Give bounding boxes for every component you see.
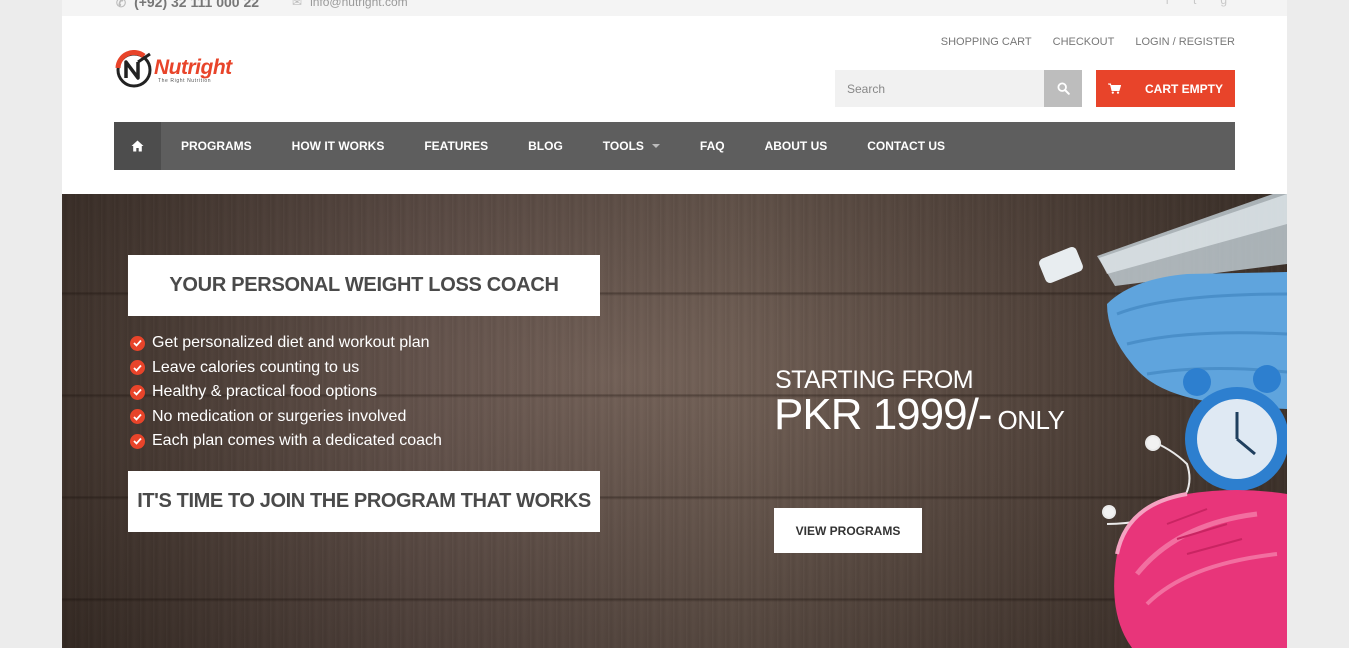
hero-banner: YOUR PERSONAL WEIGHT LOSS COACH Get pers… <box>62 194 1287 648</box>
check-icon <box>130 433 145 449</box>
email-contact[interactable]: ✉ info@nutright.com <box>292 0 408 9</box>
site-logo[interactable]: Nutright The Right Nutrition <box>114 50 254 90</box>
view-programs-button[interactable]: VIEW PROGRAMS <box>774 508 922 553</box>
nav-item-features[interactable]: FEATURES <box>404 122 508 170</box>
nav-item-contact-us[interactable]: CONTACT US <box>847 122 965 170</box>
feature-text: No medication or surgeries involved <box>152 407 407 425</box>
nav-item-tools-label: TOOLS <box>602 139 644 153</box>
water-bottle-image <box>1039 194 1287 286</box>
price-amount: PKR 1999/- <box>774 390 992 439</box>
login-register-link[interactable]: LOGIN / REGISTER <box>1135 36 1235 48</box>
nav-item-blog[interactable]: BLOG <box>508 122 583 170</box>
nav-item-tools[interactable]: TOOLS <box>583 122 680 170</box>
check-icon <box>130 335 145 351</box>
check-icon <box>130 360 145 376</box>
social-links: f t g <box>1166 0 1227 7</box>
nav-item-programs[interactable]: PROGRAMS <box>161 122 272 170</box>
nav-home[interactable] <box>114 122 161 170</box>
contact-bar: ✆ (+92) 32 111 000 22 ✉ info@nutright.com … <box>62 0 1287 16</box>
list-item: Leave calories counting to us <box>130 356 442 381</box>
list-item: Healthy & practical food options <box>130 380 442 405</box>
shopping-cart-link[interactable]: SHOPPING CART <box>941 36 1032 48</box>
email-address[interactable]: info@nutright.com <box>310 0 408 9</box>
price-text: PKR 1999/- ONLY <box>774 390 1065 440</box>
cart-icon <box>1096 83 1132 94</box>
cart-button[interactable]: CART EMPTY <box>1096 70 1235 107</box>
feature-list: Get personalized diet and workout plan L… <box>130 331 442 454</box>
hero-headline: YOUR PERSONAL WEIGHT LOSS COACH <box>128 255 600 316</box>
list-item: No medication or surgeries involved <box>130 405 442 430</box>
phone-icon: ✆ <box>116 0 127 10</box>
logo-tagline: The Right Nutrition <box>158 78 212 84</box>
check-icon <box>130 409 145 425</box>
feature-text: Get personalized diet and workout plan <box>152 334 430 352</box>
nav-item-about-us[interactable]: ABOUT US <box>745 122 848 170</box>
search-input[interactable] <box>835 70 1035 107</box>
chevron-down-icon <box>651 144 660 148</box>
feature-text: Leave calories counting to us <box>152 358 360 376</box>
fitness-props-image <box>1039 194 1287 648</box>
google-plus-icon[interactable]: g <box>1220 0 1227 7</box>
hero-cta-headline: IT'S TIME TO JOIN THE PROGRAM THAT WORKS <box>128 471 600 532</box>
account-links: SHOPPING CART CHECKOUT LOGIN / REGISTER <box>941 36 1235 48</box>
logo-brand: Nutright <box>154 56 232 79</box>
list-item: Get personalized diet and workout plan <box>130 331 442 356</box>
search-icon <box>1056 82 1070 95</box>
check-icon <box>130 384 145 400</box>
search-form <box>835 70 1082 107</box>
feature-text: Each plan comes with a dedicated coach <box>152 432 442 450</box>
twitter-icon[interactable]: t <box>1193 0 1196 7</box>
main-navigation: PROGRAMS HOW IT WORKS FEATURES BLOG TOOL… <box>114 122 1235 170</box>
nav-item-faq[interactable]: FAQ <box>680 122 745 170</box>
checkout-link[interactable]: CHECKOUT <box>1053 36 1115 48</box>
sneakers-image <box>1114 490 1287 648</box>
search-button[interactable] <box>1044 70 1082 107</box>
facebook-icon[interactable]: f <box>1166 0 1169 7</box>
phone-number: (+92) 32 111 000 22 <box>134 0 260 10</box>
mail-icon: ✉ <box>292 0 303 9</box>
feature-text: Healthy & practical food options <box>152 383 378 401</box>
phone-contact: ✆ (+92) 32 111 000 22 <box>116 0 259 10</box>
home-icon <box>131 140 144 152</box>
page-container: ✆ (+92) 32 111 000 22 ✉ info@nutright.com … <box>62 0 1287 648</box>
cart-label: CART EMPTY <box>1145 81 1223 96</box>
nav-item-how-it-works[interactable]: HOW IT WORKS <box>272 122 405 170</box>
logo-mark <box>115 50 152 88</box>
list-item: Each plan comes with a dedicated coach <box>130 429 442 454</box>
